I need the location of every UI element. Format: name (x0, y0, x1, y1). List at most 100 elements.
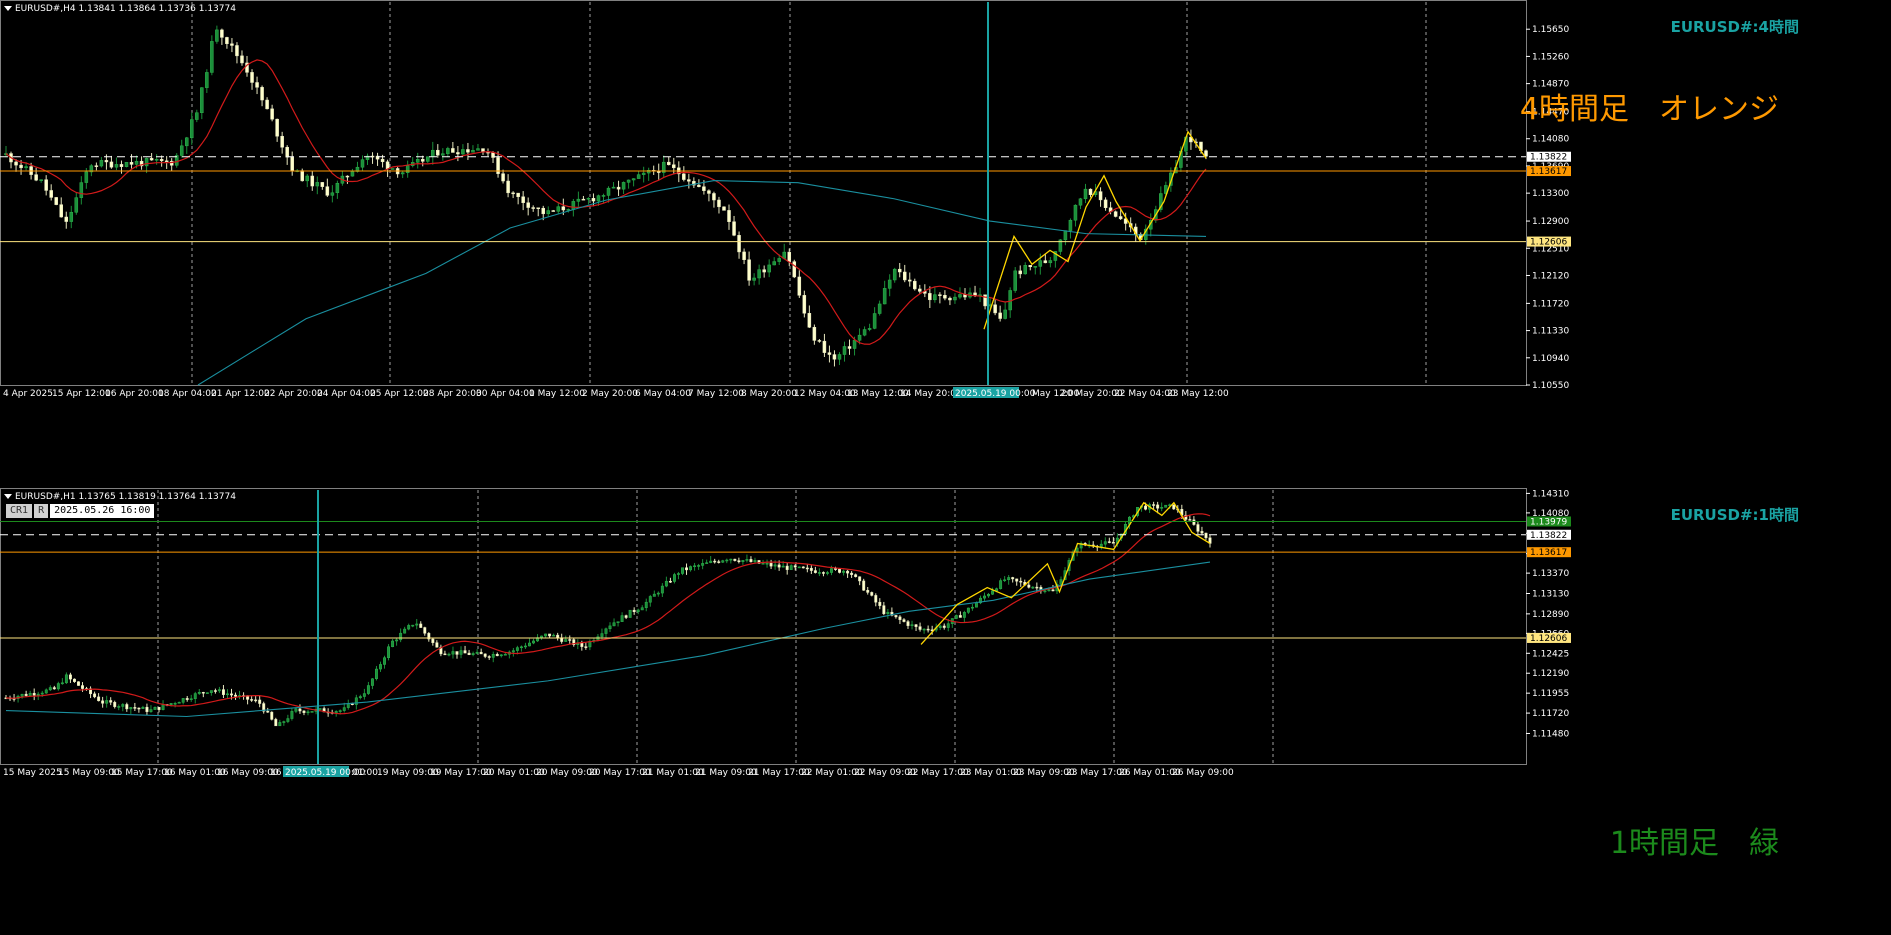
candle-body (280, 135, 284, 148)
candle-body (807, 313, 812, 328)
candle-body (689, 566, 693, 571)
candle-body (420, 159, 425, 162)
candle-body (1051, 589, 1055, 592)
candle-body (852, 340, 857, 349)
candle-body (809, 567, 813, 571)
candle-body (1019, 580, 1023, 583)
candle-body (801, 566, 805, 569)
candle-body (181, 698, 185, 703)
candle-body (1003, 309, 1007, 319)
h1-ohlc-text: EURUSD#,H1 1.13765 1.13819 1.13764 1.137… (15, 492, 236, 502)
cr-tag[interactable]: CR1 (6, 504, 33, 518)
candle-body (993, 304, 997, 314)
h4-ohlc-text: EURUSD#,H4 1.13841 1.13864 1.13736 1.137… (15, 4, 236, 14)
candle-body (1188, 519, 1192, 521)
candle-body (19, 164, 23, 169)
candle-body (948, 297, 952, 301)
candle-body (84, 171, 89, 183)
candle-body (1003, 579, 1007, 582)
candle-body (672, 164, 676, 169)
candle-body (451, 651, 455, 655)
candle-body (234, 694, 237, 697)
candle-body (491, 654, 495, 658)
candle-body (461, 149, 465, 155)
candle-body (620, 615, 624, 622)
candle-body (902, 619, 906, 622)
candle-body (805, 567, 809, 570)
crosshair-readout: CR1 R 2025.05.26 16:00 (6, 504, 155, 518)
candle-body (1103, 199, 1108, 208)
candle-body (544, 633, 548, 637)
chart-pane-h4[interactable]: 1.156501.152601.148701.144701.140801.136… (0, 0, 1891, 488)
chart-pane-h1[interactable]: 1.143101.140801.138401.136001.133701.131… (0, 488, 1891, 935)
candle-body (541, 207, 545, 215)
h1-annotation-label: 1時間足 緑 (1609, 826, 1779, 861)
dropdown-triangle-icon[interactable] (4, 6, 12, 11)
candle-body (747, 259, 751, 281)
candle-body (660, 585, 664, 594)
candle-body (81, 685, 84, 689)
candle-body (446, 148, 450, 154)
candle-body (793, 565, 797, 568)
candle-body (370, 678, 374, 686)
time-label: 25 Apr 12:00 (370, 389, 429, 399)
candle-body (380, 158, 385, 163)
ma-fast-line (5, 59, 1207, 345)
candle-body (443, 653, 447, 656)
candle-body (360, 159, 365, 168)
cr-r-tag[interactable]: R (34, 504, 49, 518)
candle-body (677, 573, 680, 575)
candle-body (765, 562, 769, 565)
candle-body (101, 700, 105, 704)
price-tick-label: 1.11330 (1532, 327, 1569, 337)
price-tick-label: 1.13370 (1532, 569, 1569, 579)
time-label: 01:00 (352, 768, 378, 778)
candle-body (64, 674, 68, 684)
candle-body (441, 153, 445, 156)
candle-body (230, 693, 233, 696)
price-tick-label: 1.12890 (1532, 610, 1569, 620)
candle-body (200, 87, 204, 113)
candle-body (757, 269, 761, 279)
candle-body (177, 702, 181, 704)
candle-body (456, 152, 460, 155)
candle-body (511, 192, 515, 195)
candle-body (652, 593, 656, 597)
candle-body (105, 700, 109, 704)
candle-body (335, 182, 340, 194)
dropdown-triangle-icon[interactable] (4, 494, 12, 499)
candle-body (722, 206, 726, 211)
candle-body (157, 707, 161, 710)
price-tag-label: 1.12606 (1530, 634, 1567, 644)
candle-body (548, 633, 552, 637)
candle-body (918, 626, 922, 630)
candle-body (862, 329, 867, 336)
candle-body (656, 592, 660, 595)
candle-body (315, 182, 320, 187)
h1-chart-canvas[interactable]: 1.143101.140801.138401.136001.133701.131… (0, 488, 1891, 935)
candle-body (310, 175, 315, 187)
candle-body (423, 627, 427, 634)
candle-body (325, 186, 330, 196)
candle-body (305, 175, 310, 182)
h4-chart-canvas[interactable]: 1.156501.152601.148701.144701.140801.136… (0, 0, 1891, 488)
candle-body (173, 702, 177, 705)
time-label: 22 Apr 20:00 (264, 389, 323, 399)
candle-body (729, 558, 733, 561)
candle-body (379, 664, 382, 670)
candle-body (781, 565, 785, 568)
candle-body (681, 567, 684, 574)
candle-body (749, 559, 753, 563)
candle-body (632, 609, 636, 613)
candle-body (785, 565, 789, 570)
time-label: 14 May 20:00 (900, 389, 962, 399)
candle-body (938, 294, 942, 296)
candle-body (455, 651, 459, 655)
candle-body (1078, 198, 1083, 206)
candle-body (403, 628, 407, 634)
candle-body (270, 108, 274, 120)
candle-body (342, 707, 346, 711)
price-tag-label: 1.13617 (1530, 548, 1567, 558)
price-tick-label: 1.15260 (1532, 52, 1569, 62)
h4-annotation-label: 4時間足 オレンジ (1519, 92, 1779, 127)
